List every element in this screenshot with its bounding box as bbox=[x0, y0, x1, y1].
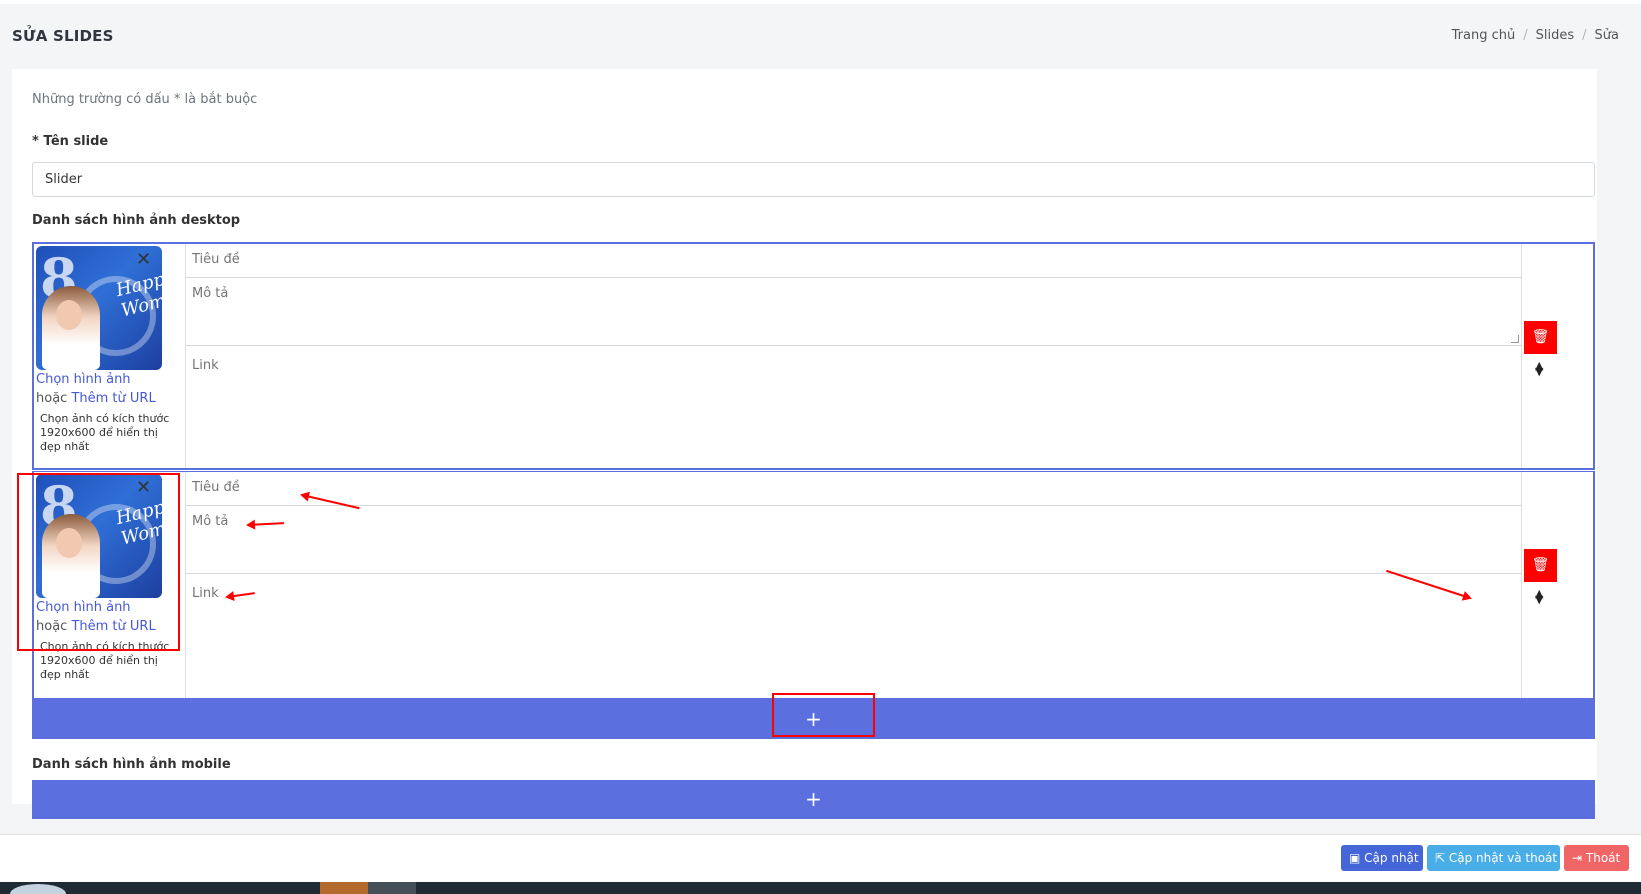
breadcrumb-home[interactable]: Trang chủ bbox=[1452, 28, 1516, 43]
slide-actions: 🗑 ▲ ▼ bbox=[1521, 472, 1593, 698]
share-icon: ⇱ bbox=[1435, 851, 1446, 865]
breadcrumb-separator: / bbox=[1582, 28, 1587, 43]
image-size-note: Chọn ảnh có kích thước 1920x600 để hiển … bbox=[40, 412, 170, 453]
trash-icon: 🗑 bbox=[1531, 557, 1550, 573]
slide-fields: Tiêu đề Mô tả Link bbox=[186, 244, 1521, 468]
taskbar bbox=[0, 882, 1641, 894]
or-text: hoặc bbox=[36, 391, 68, 406]
update-exit-label: Cập nhật và thoát bbox=[1448, 851, 1558, 865]
desktop-images-label: Danh sách hình ảnh desktop bbox=[32, 213, 241, 228]
update-and-exit-button[interactable]: ⇱ Cập nhật và thoát bbox=[1427, 845, 1560, 871]
taskbar-app[interactable] bbox=[320, 882, 368, 894]
sort-icon[interactable]: ▲ ▼ bbox=[1535, 588, 1543, 605]
slide-link-field[interactable]: Link bbox=[186, 346, 1521, 470]
exit-button[interactable]: ⇥ Thoát bbox=[1564, 845, 1629, 871]
slide-description-field[interactable]: Mô tả bbox=[186, 278, 1521, 346]
resize-handle[interactable] bbox=[1511, 335, 1519, 343]
desktop-slide-row: 8 Happy Women ✕ Chọn hình ảnh hoặc Thêm t… bbox=[32, 471, 1595, 700]
breadcrumb: Trang chủ / Slides / Sửa bbox=[1452, 28, 1619, 43]
desktop-slide-row: 8 Happy Women ✕ Chọn hình ảnh hoặc Thêm t… bbox=[32, 242, 1595, 470]
slide-description-field[interactable]: Mô tả bbox=[186, 506, 1521, 574]
update-button[interactable]: ▣ Cập nhật bbox=[1341, 845, 1423, 871]
slide-title-field[interactable]: Tiêu đề bbox=[186, 472, 1521, 506]
annotation-box-image bbox=[17, 473, 180, 651]
breadcrumb-current: Sửa bbox=[1594, 28, 1619, 43]
update-label: Cập nhật bbox=[1364, 851, 1419, 865]
delete-slide-button[interactable]: 🗑 bbox=[1524, 549, 1557, 582]
image-picker-links: Chọn hình ảnh hoặc Thêm từ URL bbox=[36, 370, 156, 408]
page-title: SỬA SLIDES bbox=[12, 27, 114, 45]
close-icon[interactable]: ✕ bbox=[136, 249, 151, 270]
add-mobile-image-button[interactable]: + bbox=[32, 780, 1595, 819]
slide-name-input[interactable] bbox=[32, 162, 1595, 197]
mobile-images-label: Danh sách hình ảnh mobile bbox=[32, 757, 231, 772]
save-icon: ▣ bbox=[1349, 851, 1361, 865]
trash-icon: 🗑 bbox=[1531, 329, 1550, 345]
exit-label: Thoát bbox=[1585, 851, 1621, 865]
top-strip bbox=[0, 0, 1641, 4]
slide-link-field[interactable]: Link bbox=[186, 574, 1521, 698]
slide-actions: 🗑 ▲ ▼ bbox=[1521, 244, 1593, 468]
thumbnail-graphic bbox=[56, 300, 82, 330]
annotation-box-add bbox=[772, 693, 875, 737]
delete-slide-button[interactable]: 🗑 bbox=[1524, 321, 1557, 354]
required-hint: Những trường có dấu * là bắt buộc bbox=[32, 92, 258, 107]
image-column: 8 Happy Women ✕ Chọn hình ảnh hoặc Thêm t… bbox=[34, 244, 186, 468]
slide-thumbnail[interactable]: 8 Happy Women ✕ bbox=[36, 246, 162, 370]
taskbar-app[interactable] bbox=[368, 882, 416, 894]
sign-out-icon: ⇥ bbox=[1572, 851, 1583, 865]
sort-icon[interactable]: ▲ ▼ bbox=[1535, 360, 1543, 377]
breadcrumb-slides[interactable]: Slides bbox=[1536, 28, 1575, 43]
start-orb[interactable] bbox=[10, 884, 66, 894]
slide-name-label: * Tên slide bbox=[32, 134, 109, 149]
breadcrumb-separator: / bbox=[1523, 28, 1528, 43]
thumbnail-graphic: Happy Women bbox=[113, 266, 162, 322]
slide-fields: Tiêu đề Mô tả Link bbox=[186, 472, 1521, 698]
choose-image-link[interactable]: Chọn hình ảnh bbox=[36, 370, 156, 389]
slide-title-field[interactable]: Tiêu đề bbox=[186, 244, 1521, 278]
add-from-url-link[interactable]: Thêm từ URL bbox=[71, 391, 155, 406]
